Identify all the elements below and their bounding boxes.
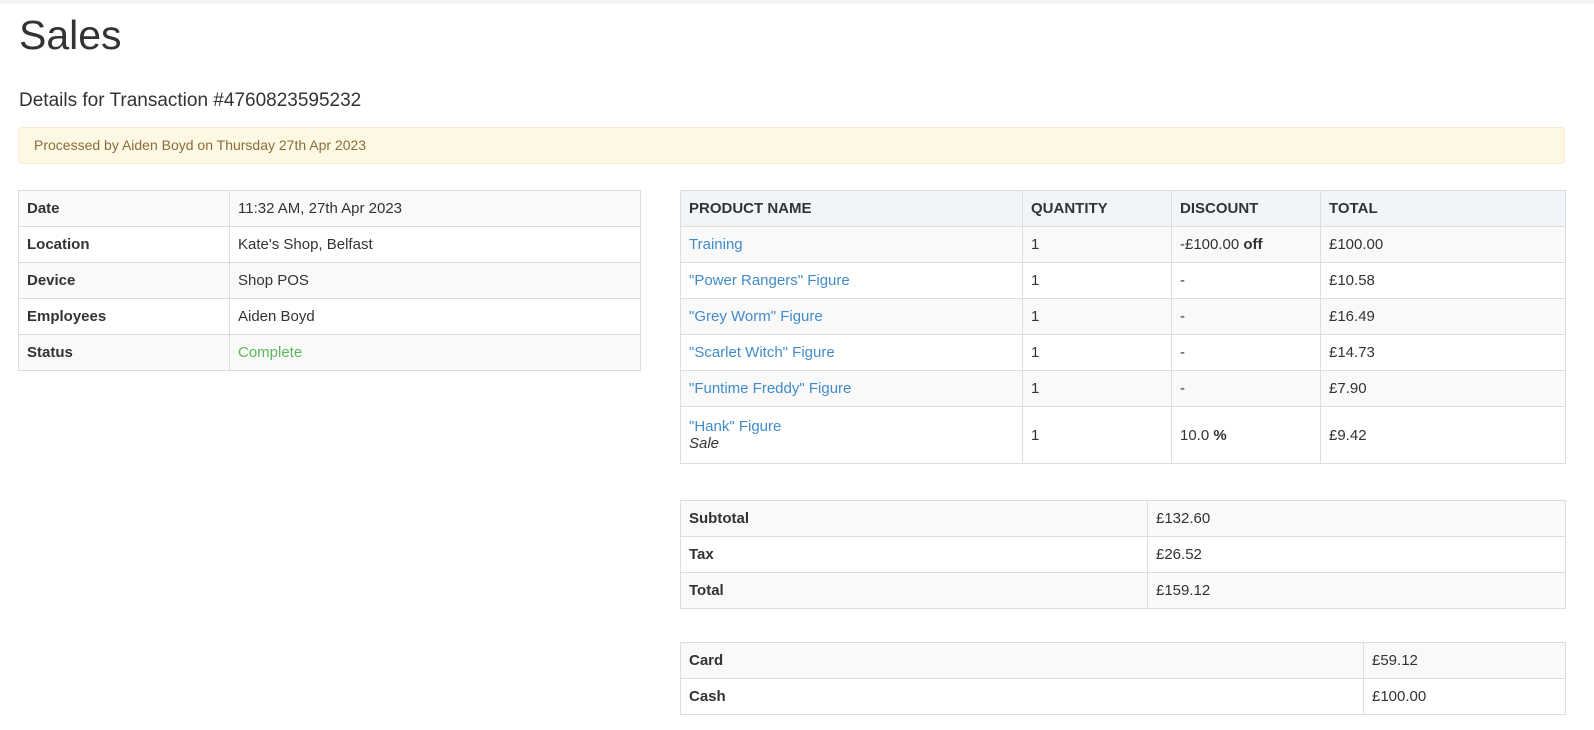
- payment-row-cash: Cash £100.00: [680, 678, 1566, 715]
- total-cell: £9.42: [1320, 406, 1566, 464]
- totals-label: Total: [680, 572, 1148, 609]
- product-name-cell: Training: [680, 226, 1023, 263]
- product-name-cell: "Hank" Figure Sale: [680, 406, 1023, 464]
- top-bar: [0, 0, 1594, 4]
- discount-suffix: off: [1243, 236, 1263, 253]
- total-cell: £100.00: [1320, 226, 1566, 263]
- details-row-location: Location Kate's Shop, Belfast: [18, 226, 641, 263]
- product-name-cell: "Scarlet Witch" Figure: [680, 334, 1023, 371]
- discount-value: -£100.00: [1180, 236, 1240, 253]
- product-name-cell: "Grey Worm" Figure: [680, 298, 1023, 335]
- status-value: Complete: [229, 334, 641, 371]
- total-cell: £7.90: [1320, 370, 1566, 407]
- product-link[interactable]: Training: [689, 236, 743, 253]
- payment-value: £59.12: [1363, 642, 1566, 679]
- details-row-status: Status Complete: [18, 334, 641, 371]
- details-value: Shop POS: [229, 262, 641, 299]
- details-label: Employees: [18, 298, 230, 335]
- transaction-details-table: Date 11:32 AM, 27th Apr 2023 Location Ka…: [18, 190, 641, 371]
- table-row: "Hank" Figure Sale 1 10.0 % £9.42: [680, 406, 1566, 464]
- payment-value: £100.00: [1363, 678, 1566, 715]
- discount-cell: -: [1171, 370, 1321, 407]
- page-title: Sales: [19, 12, 122, 58]
- payment-label: Cash: [680, 678, 1364, 715]
- processed-by-alert: Processed by Aiden Boyd on Thursday 27th…: [18, 127, 1565, 164]
- totals-row-tax: Tax £26.52: [680, 536, 1566, 573]
- total-cell: £16.49: [1320, 298, 1566, 335]
- table-row: "Grey Worm" Figure 1 - £16.49: [680, 298, 1566, 335]
- product-name-cell: "Power Rangers" Figure: [680, 262, 1023, 299]
- table-row: "Scarlet Witch" Figure 1 - £14.73: [680, 334, 1566, 371]
- details-value: Aiden Boyd: [229, 298, 641, 335]
- product-name-cell: "Funtime Freddy" Figure: [680, 370, 1023, 407]
- table-row: "Funtime Freddy" Figure 1 - £7.90: [680, 370, 1566, 407]
- product-link[interactable]: "Funtime Freddy" Figure: [689, 380, 851, 397]
- transaction-subtitle: Details for Transaction #4760823595232: [19, 90, 362, 111]
- totals-value: £26.52: [1147, 536, 1566, 573]
- quantity-cell: 1: [1022, 262, 1172, 299]
- quantity-cell: 1: [1022, 226, 1172, 263]
- quantity-cell: 1: [1022, 334, 1172, 371]
- totals-value: £132.60: [1147, 500, 1566, 537]
- sale-note: Sale: [689, 435, 720, 452]
- payment-row-card: Card £59.12: [680, 642, 1566, 679]
- table-row: "Power Rangers" Figure 1 - £10.58: [680, 262, 1566, 299]
- payments-table: Card £59.12 Cash £100.00: [680, 642, 1566, 715]
- column-header-product-name: PRODUCT NAME: [680, 190, 1023, 227]
- details-label: Date: [18, 190, 230, 227]
- quantity-cell: 1: [1022, 298, 1172, 335]
- details-value: Kate's Shop, Belfast: [229, 226, 641, 263]
- total-cell: £10.58: [1320, 262, 1566, 299]
- totals-row-subtotal: Subtotal £132.60: [680, 500, 1566, 537]
- total-cell: £14.73: [1320, 334, 1566, 371]
- details-row-date: Date 11:32 AM, 27th Apr 2023: [18, 190, 641, 227]
- product-link[interactable]: "Scarlet Witch" Figure: [689, 344, 835, 361]
- details-label: Status: [18, 334, 230, 371]
- table-row: Training 1 -£100.00 off £100.00: [680, 226, 1566, 263]
- discount-suffix: %: [1213, 426, 1227, 444]
- details-row-employees: Employees Aiden Boyd: [18, 298, 641, 335]
- details-label: Location: [18, 226, 230, 263]
- discount-cell: 10.0 %: [1171, 406, 1321, 464]
- product-link[interactable]: "Power Rangers" Figure: [689, 272, 850, 289]
- totals-row-total: Total £159.12: [680, 572, 1566, 609]
- totals-table: Subtotal £132.60 Tax £26.52 Total £159.1…: [680, 500, 1566, 609]
- quantity-cell: 1: [1022, 406, 1172, 464]
- products-table: PRODUCT NAME QUANTITY DISCOUNT TOTAL Tra…: [680, 190, 1566, 464]
- totals-value: £159.12: [1147, 572, 1566, 609]
- quantity-cell: 1: [1022, 370, 1172, 407]
- products-header-row: PRODUCT NAME QUANTITY DISCOUNT TOTAL: [680, 190, 1566, 227]
- discount-value: 10.0: [1180, 426, 1210, 444]
- totals-label: Tax: [680, 536, 1148, 573]
- details-label: Device: [18, 262, 230, 299]
- product-link[interactable]: "Grey Worm" Figure: [689, 308, 823, 325]
- product-link[interactable]: "Hank" Figure: [689, 418, 781, 435]
- column-header-quantity: QUANTITY: [1022, 190, 1172, 227]
- details-row-device: Device Shop POS: [18, 262, 641, 299]
- column-header-total: TOTAL: [1320, 190, 1566, 227]
- column-header-discount: DISCOUNT: [1171, 190, 1321, 227]
- discount-cell: -: [1171, 262, 1321, 299]
- discount-cell: -: [1171, 298, 1321, 335]
- payment-label: Card: [680, 642, 1364, 679]
- totals-label: Subtotal: [680, 500, 1148, 537]
- details-value: 11:32 AM, 27th Apr 2023: [229, 190, 641, 227]
- discount-cell: -: [1171, 334, 1321, 371]
- discount-cell: -£100.00 off: [1171, 226, 1321, 263]
